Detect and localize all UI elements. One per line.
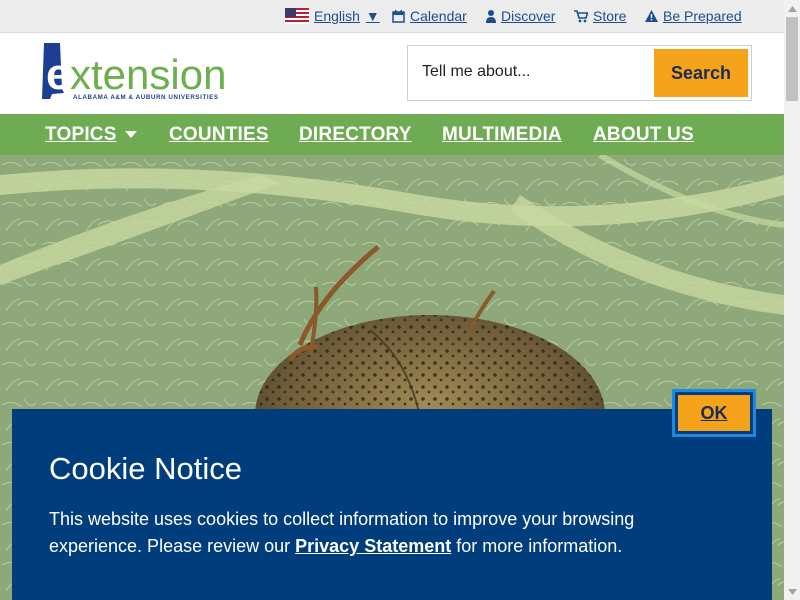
store-link[interactable]: Store bbox=[574, 7, 626, 25]
nav-item-topics[interactable]: TOPICS bbox=[45, 124, 137, 146]
search-input[interactable] bbox=[410, 48, 662, 96]
ok-button-focus-ring: OK bbox=[672, 389, 756, 437]
language-selector[interactable]: English ▼ bbox=[285, 7, 380, 25]
warning-icon bbox=[645, 10, 658, 22]
discover-label: Discover bbox=[501, 8, 556, 24]
svg-text:ALABAMA A&M & AUBURN UNIVERSIT: ALABAMA A&M & AUBURN UNIVERSITIES bbox=[73, 94, 219, 101]
cookie-notice-title: Cookie Notice bbox=[49, 451, 242, 486]
cookie-ok-button[interactable]: OK bbox=[678, 395, 750, 431]
nav-item-multimedia[interactable]: MULTIMEDIA bbox=[442, 124, 562, 146]
svg-text:e: e bbox=[46, 50, 70, 99]
cookie-notice: Cookie Notice This website uses cookies … bbox=[12, 409, 772, 600]
be-prepared-label: Be Prepared bbox=[663, 8, 742, 24]
calendar-label: Calendar bbox=[410, 8, 467, 24]
us-flag-icon bbox=[285, 8, 309, 24]
page-scrollbar[interactable] bbox=[784, 0, 800, 600]
calendar-icon bbox=[392, 9, 405, 23]
discover-link[interactable]: Discover bbox=[486, 7, 555, 25]
main-nav: TOPICS COUNTIES DIRECTORY MULTIMEDIA ABO… bbox=[0, 114, 784, 155]
cookie-text-after: for more information. bbox=[451, 536, 623, 556]
cart-icon bbox=[574, 9, 588, 23]
nav-item-counties[interactable]: COUNTIES bbox=[169, 124, 269, 146]
cookie-notice-text: This website uses cookies to collect inf… bbox=[49, 506, 709, 560]
nav-item-about-us[interactable]: ABOUT US bbox=[593, 124, 694, 146]
store-label: Store bbox=[593, 8, 627, 24]
calendar-link[interactable]: Calendar bbox=[392, 7, 467, 25]
search-form: Search bbox=[407, 45, 752, 101]
language-label: English bbox=[314, 8, 360, 24]
caret-down-icon bbox=[124, 131, 137, 139]
nav-item-directory[interactable]: DIRECTORY bbox=[299, 124, 412, 146]
privacy-statement-link[interactable]: Privacy Statement bbox=[295, 536, 451, 556]
nav-topics-label: TOPICS bbox=[45, 124, 117, 145]
site-header: e xtension ALABAMA A&M & AUBURN UNIVERSI… bbox=[0, 33, 784, 114]
scrollbar-thumb[interactable] bbox=[786, 17, 798, 101]
person-icon bbox=[486, 9, 496, 23]
extension-logo[interactable]: e xtension ALABAMA A&M & AUBURN UNIVERSI… bbox=[40, 41, 245, 101]
chevron-down-icon: ▼ bbox=[365, 8, 380, 24]
scroll-up-arrow-icon[interactable] bbox=[784, 0, 800, 17]
utility-bar: English ▼ Calendar Discover Store Be Pre… bbox=[0, 0, 784, 33]
logo-wordmark: xtension bbox=[70, 51, 226, 98]
be-prepared-link[interactable]: Be Prepared bbox=[645, 7, 742, 25]
scroll-down-arrow-icon[interactable] bbox=[784, 583, 800, 600]
search-button[interactable]: Search bbox=[654, 49, 748, 97]
